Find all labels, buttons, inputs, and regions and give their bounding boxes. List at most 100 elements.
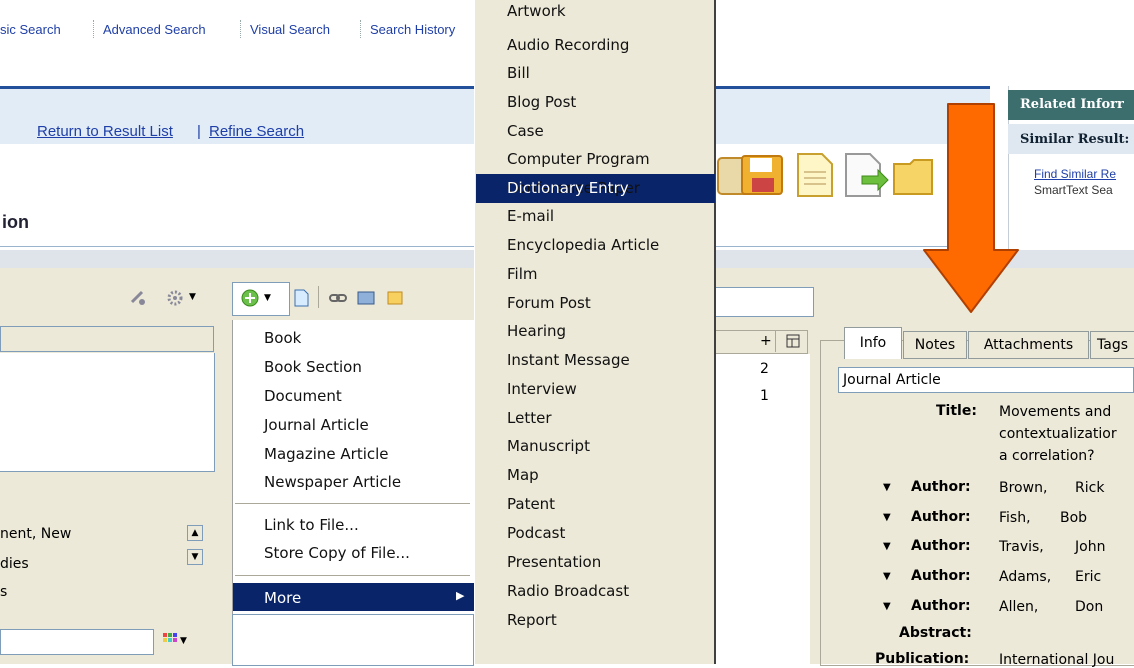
gear-dropdown-icon[interactable]: ▼ — [189, 292, 196, 302]
submenu-item-manuscript[interactable]: Manuscript — [507, 437, 590, 455]
document-icon[interactable] — [790, 150, 840, 200]
export-icon[interactable] — [840, 150, 890, 200]
publication-label: Publication: — [875, 651, 970, 667]
scroll-down-button[interactable]: ▼ — [187, 549, 203, 565]
refine-search-link[interactable]: Refine Search — [209, 123, 304, 140]
menu-item-link-to-file[interactable]: Link to File... — [264, 516, 359, 534]
creator-type-dropdown-icon[interactable]: ▼ — [883, 512, 891, 523]
attachment-icon[interactable] — [385, 288, 405, 308]
author-first-name[interactable]: Eric — [1075, 569, 1101, 585]
author-last-name[interactable]: Brown, — [999, 480, 1047, 496]
submenu-item-letter[interactable]: Letter — [507, 409, 551, 427]
new-note-icon[interactable] — [291, 288, 311, 308]
link-separator: | — [197, 123, 201, 140]
submenu-item-blog-post[interactable]: Blog Post — [507, 93, 576, 111]
tab-info[interactable]: Info — [844, 327, 902, 359]
submenu-item-interview[interactable]: Interview — [507, 380, 577, 398]
return-to-result-list-link[interactable]: Return to Result List — [37, 123, 173, 140]
submenu-item-radio-broadcast[interactable]: Radio Broadcast — [507, 582, 629, 600]
creator-type-dropdown-icon[interactable]: ▼ — [883, 571, 891, 582]
creator-type-dropdown-icon[interactable]: ▼ — [883, 541, 891, 552]
tag-search-input[interactable] — [0, 629, 154, 655]
menu-item-newspaper-article[interactable]: Newspaper Article — [264, 473, 401, 491]
page-title: ion — [2, 212, 29, 232]
author-label: Author: — [911, 598, 971, 614]
submenu-item-computer-program[interactable]: Computer Program — [507, 150, 650, 168]
menu-item-book[interactable]: Book — [264, 329, 301, 347]
note-editor[interactable] — [232, 614, 474, 666]
save-disk-icon[interactable] — [738, 150, 788, 200]
menu-item-book-section[interactable]: Book Section — [264, 358, 362, 376]
tag-item[interactable]: nent, New — [0, 526, 71, 542]
submenu-item-bill[interactable]: Bill — [507, 64, 530, 82]
submenu-item-forum-post[interactable]: Forum Post — [507, 294, 591, 312]
submenu-item-case[interactable]: Case — [507, 122, 544, 140]
author-last-name[interactable]: Adams, — [999, 569, 1051, 585]
title-line[interactable]: contextualizatior — [999, 426, 1117, 442]
title-line[interactable]: a correlation? — [999, 448, 1095, 464]
tag-colors-icon[interactable] — [163, 633, 177, 647]
submenu-item-dictionary-entry[interactable]: Dictionary Entry — [507, 179, 629, 197]
creator-type-dropdown-icon[interactable]: ▼ — [883, 601, 891, 612]
submenu-item-audio-recording[interactable]: Audio Recording — [507, 36, 629, 54]
menu-item-magazine-article[interactable]: Magazine Article — [264, 445, 389, 463]
author-first-name[interactable]: Don — [1075, 599, 1103, 615]
sync-icon[interactable] — [128, 288, 148, 308]
snapshot-icon[interactable] — [356, 288, 376, 308]
nav-advanced-search[interactable]: Advanced Search — [103, 22, 206, 37]
author-last-name[interactable]: Fish, — [999, 510, 1031, 526]
submenu-item-report[interactable]: Report — [507, 611, 557, 629]
collections-header — [0, 326, 214, 352]
tag-item[interactable]: s — [0, 584, 7, 600]
abstract-label: Abstract: — [899, 625, 972, 641]
link-icon[interactable] — [328, 288, 348, 308]
menu-item-document[interactable]: Document — [264, 387, 342, 405]
submenu-item-e-mail[interactable]: E-mail — [507, 207, 554, 225]
menu-item-store-copy-of-file[interactable]: Store Copy of File... — [264, 544, 410, 562]
find-similar-link[interactable]: Find Similar Re — [1034, 167, 1116, 181]
submenu-item-film[interactable]: Film — [507, 265, 537, 283]
submenu-item-artwork[interactable]: Artwork — [507, 2, 566, 20]
collections-tree[interactable] — [0, 353, 215, 472]
submenu-item-instant-message[interactable]: Instant Message — [507, 351, 630, 369]
author-first-name[interactable]: Rick — [1075, 480, 1104, 496]
nav-visual-search[interactable]: Visual Search — [250, 22, 330, 37]
menu-item-journal-article[interactable]: Journal Article — [264, 416, 369, 434]
submenu-item-patent[interactable]: Patent — [507, 495, 555, 513]
author-label: Author: — [911, 479, 971, 495]
item-count: 1 — [760, 388, 769, 404]
nav-basic-search[interactable]: sic Search — [0, 22, 61, 37]
publication-value[interactable]: International Jou — [999, 652, 1114, 668]
submenu-item-encyclopedia-article[interactable]: Encyclopedia Article — [507, 236, 659, 254]
nav-search-history[interactable]: Search History — [370, 22, 455, 37]
title-line[interactable]: Movements and — [999, 404, 1111, 420]
author-first-name[interactable]: John — [1075, 539, 1105, 555]
menu-separator — [235, 503, 470, 504]
scroll-up-button[interactable]: ▲ — [187, 525, 203, 541]
author-last-name[interactable]: Travis, — [999, 539, 1044, 555]
tab-notes[interactable]: Notes — [903, 331, 967, 359]
submenu-item-presentation[interactable]: Presentation — [507, 553, 601, 571]
creator-type-dropdown-icon[interactable]: ▼ — [883, 482, 891, 493]
submenu-item-hearing[interactable]: Hearing — [507, 322, 566, 340]
add-column-button[interactable]: + — [760, 333, 772, 349]
author-first-name[interactable]: Bob — [1060, 510, 1087, 526]
item-search-input[interactable] — [712, 287, 814, 317]
tab-attachments[interactable]: Attachments — [968, 331, 1089, 359]
tag-menu-dropdown-icon[interactable]: ▼ — [180, 636, 187, 646]
menu-separator — [235, 575, 470, 576]
tag-item[interactable]: dies — [0, 556, 29, 572]
author-label: Author: — [911, 509, 971, 525]
author-last-name[interactable]: Allen, — [999, 599, 1038, 615]
submenu-item-map[interactable]: Map — [507, 466, 539, 484]
author-label: Author: — [911, 538, 971, 554]
gear-icon[interactable] — [165, 288, 185, 308]
item-type-select[interactable]: Journal Article — [838, 367, 1134, 393]
search-nav-bar — [0, 0, 478, 86]
title-label: Title: — [936, 403, 977, 419]
column-picker-icon[interactable] — [786, 334, 800, 348]
new-item-dropdown-icon: ▼ — [264, 293, 271, 303]
submenu-item-podcast[interactable]: Podcast — [507, 524, 565, 542]
column-divider — [775, 330, 776, 352]
tab-tags[interactable]: Tags — [1090, 331, 1134, 359]
